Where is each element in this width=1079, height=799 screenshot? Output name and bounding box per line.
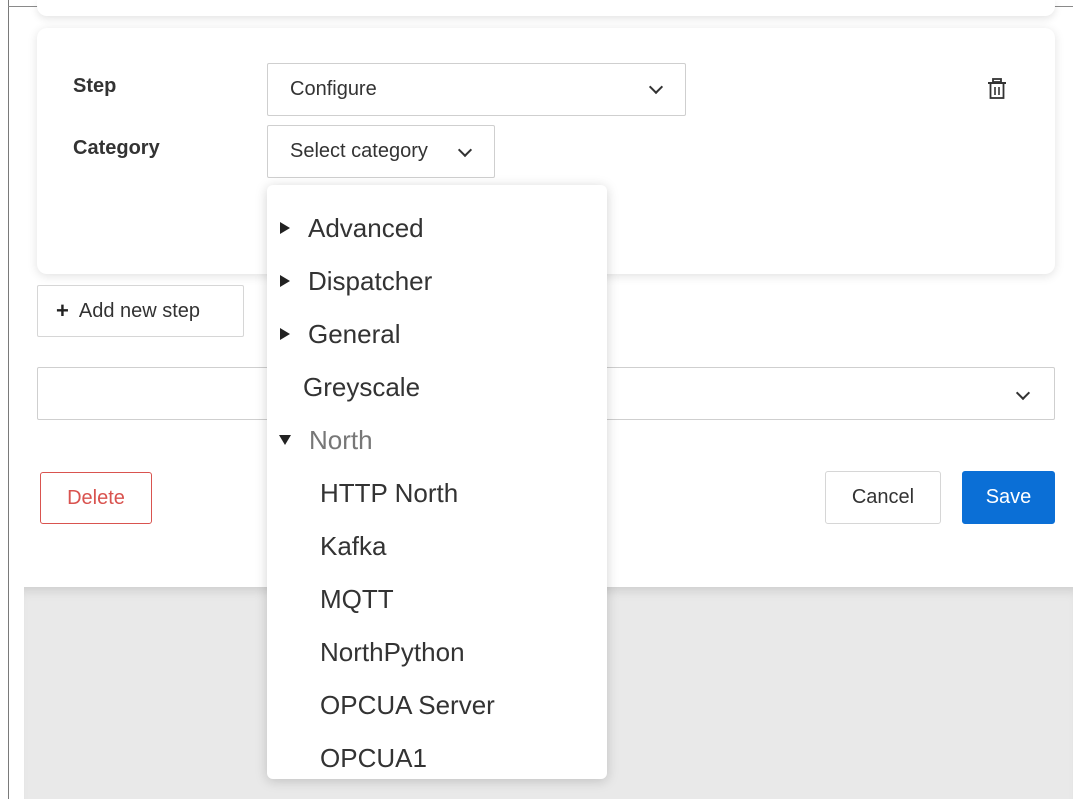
cancel-button[interactable]: Cancel xyxy=(825,471,941,524)
caret-down-icon xyxy=(279,435,291,445)
option-label: North xyxy=(309,424,373,455)
category-label: Category xyxy=(73,137,160,159)
category-option-advanced[interactable]: Advanced xyxy=(267,208,424,248)
category-dropdown-menu: Advanced Dispatcher General Greyscale No… xyxy=(267,185,607,779)
category-option-dispatcher[interactable]: Dispatcher xyxy=(267,261,432,301)
chevron-down-icon xyxy=(1015,385,1031,401)
option-label: Advanced xyxy=(308,212,424,243)
category-option-opcua-server[interactable]: OPCUA Server xyxy=(267,685,495,725)
add-new-step-button[interactable]: + Add new step xyxy=(37,285,244,337)
caret-right-icon xyxy=(280,275,290,287)
caret-right-icon xyxy=(280,222,290,234)
category-option-general[interactable]: General xyxy=(267,314,401,354)
option-label: OPCUA Server xyxy=(320,689,495,720)
category-option-northpython[interactable]: NorthPython xyxy=(267,632,465,672)
option-label: Dispatcher xyxy=(308,265,433,296)
chevron-down-icon xyxy=(457,142,473,158)
option-label: Greyscale xyxy=(303,371,421,402)
frame-border-left xyxy=(8,0,9,799)
save-button[interactable]: Save xyxy=(962,471,1055,524)
category-option-greyscale[interactable]: Greyscale xyxy=(267,367,420,407)
previous-step-card xyxy=(37,0,1055,16)
option-label: General xyxy=(308,318,401,349)
category-option-north[interactable]: North xyxy=(267,420,373,460)
trash-icon[interactable] xyxy=(987,78,1007,100)
step-select-value: Configure xyxy=(290,78,377,100)
option-label: NorthPython xyxy=(320,636,465,667)
category-select-placeholder: Select category xyxy=(290,140,428,162)
step-label: Step xyxy=(73,75,117,97)
chevron-down-icon xyxy=(648,79,664,95)
option-label: MQTT xyxy=(320,583,394,614)
option-label: OPCUA1 xyxy=(320,742,427,773)
category-option-opcua1[interactable]: OPCUA1 xyxy=(267,738,427,778)
delete-button[interactable]: Delete xyxy=(40,472,152,524)
caret-right-icon xyxy=(280,328,290,340)
step-select[interactable]: Configure xyxy=(267,63,686,116)
category-select[interactable]: Select category xyxy=(267,125,495,178)
category-option-kafka[interactable]: Kafka xyxy=(267,526,387,566)
plus-icon: + xyxy=(56,298,69,323)
option-label: Kafka xyxy=(320,530,387,561)
option-label: HTTP North xyxy=(320,477,459,508)
category-option-mqtt[interactable]: MQTT xyxy=(267,579,394,619)
category-option-http-north[interactable]: HTTP North xyxy=(267,473,458,513)
add-new-step-label: Add new step xyxy=(78,299,201,322)
